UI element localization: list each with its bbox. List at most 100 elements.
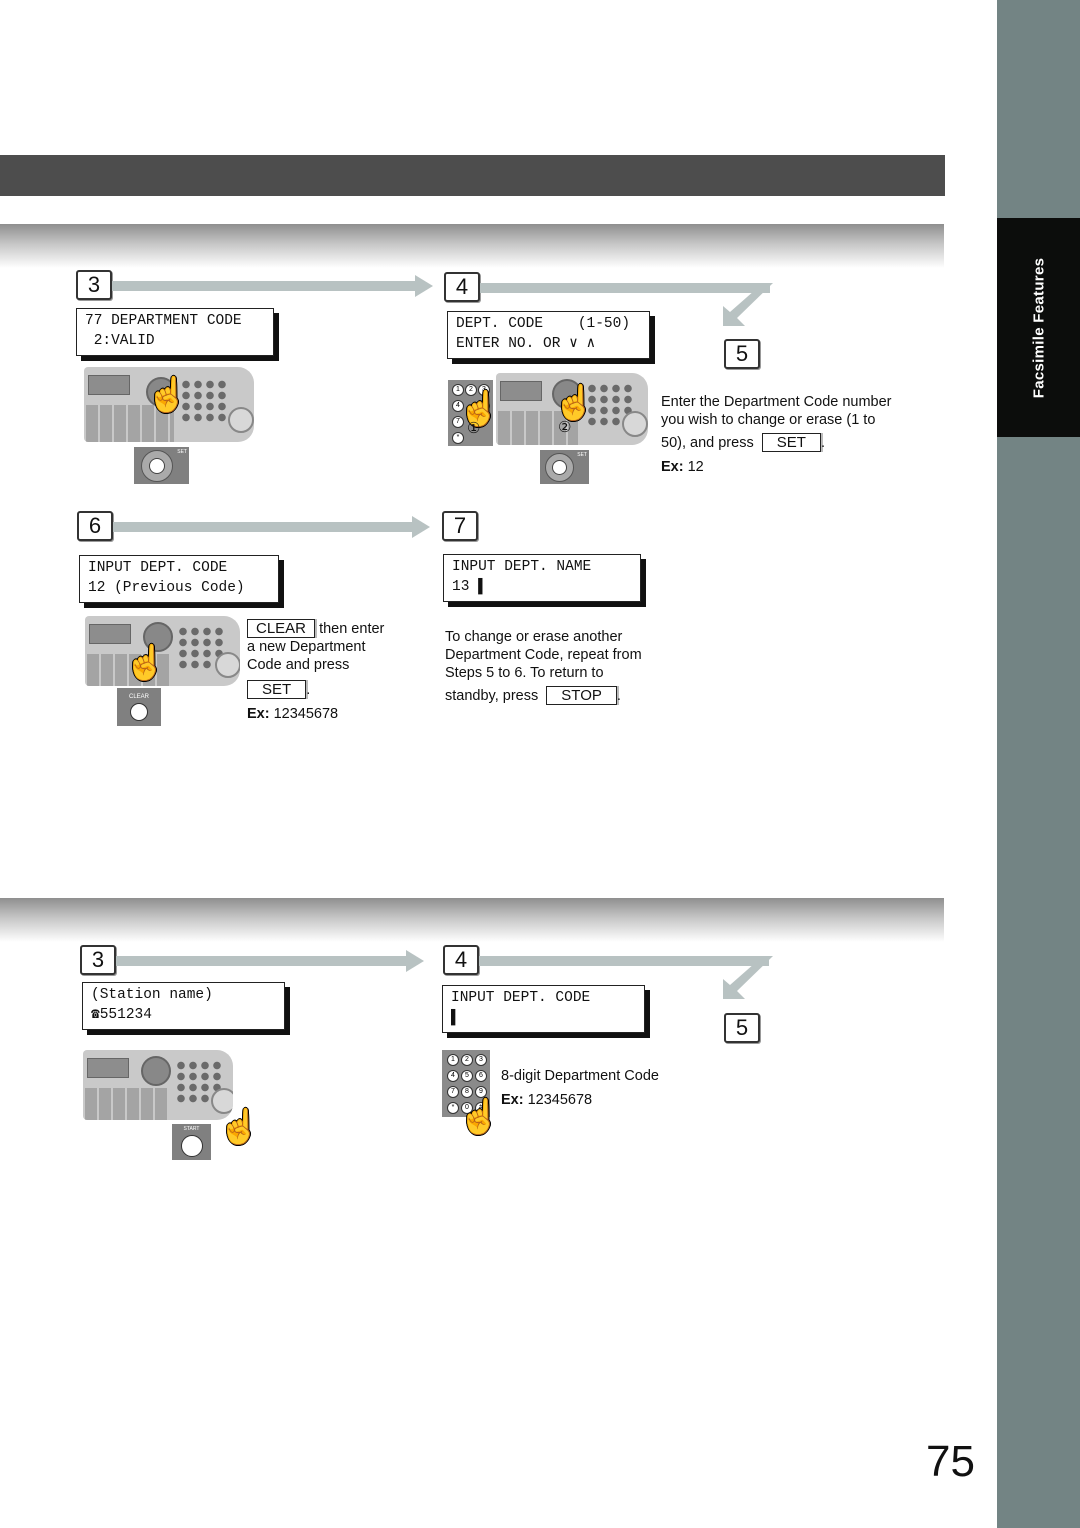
key-9: 9 — [475, 1086, 487, 1098]
control-panel-illustration — [83, 1050, 233, 1120]
lcd-line-2: 2:VALID — [85, 333, 155, 349]
instruction-line: To change or erase another — [445, 629, 623, 645]
pointing-hand-icon: ☝ — [218, 1108, 261, 1146]
period: . — [616, 688, 621, 704]
lcd-line-2: ☎551234 — [91, 1007, 152, 1023]
page-number: 75 — [926, 1437, 975, 1486]
arrow-head-icon — [406, 950, 424, 972]
lcd-display: INPUT DEPT. CODE 12 (Previous Code) — [79, 555, 279, 603]
flow-arrow — [113, 522, 413, 532]
instruction-line: 8-digit Department Code — [501, 1068, 659, 1084]
instruction-line: then enter — [319, 621, 385, 637]
callout-2: ② — [558, 419, 572, 436]
example-label: Ex: — [247, 706, 270, 722]
lcd-line-2: ▌ — [451, 1010, 460, 1026]
lcd-display: DEPT. CODE (1-50) ENTER NO. OR ∨ ∧ — [447, 311, 650, 359]
instruction-line: 50), and press — [661, 435, 754, 451]
instruction-line: a new Department — [247, 639, 366, 655]
step-number: 4 — [443, 945, 479, 975]
clear-key-closeup: CLEAR — [117, 688, 161, 726]
step-number: 7 — [442, 511, 478, 541]
instruction-line: Steps 5 to 6. To return to — [445, 665, 604, 681]
panel-screen — [89, 624, 131, 644]
pointing-hand-icon: ☝ — [146, 376, 189, 414]
set-key-icon[interactable] — [552, 460, 567, 475]
pointing-hand-icon: ☝ — [553, 384, 596, 422]
start-button-graphic — [622, 411, 648, 437]
key-8: 8 — [461, 1086, 473, 1098]
start-key-icon[interactable] — [181, 1135, 203, 1157]
lcd-line-1: (Station name) — [91, 987, 213, 1003]
instruction-line: standby, press — [445, 688, 539, 704]
step-number: 3 — [80, 945, 116, 975]
navigation-dial — [141, 1056, 171, 1086]
start-key-label: START — [183, 1126, 200, 1132]
panel-screen — [500, 381, 542, 401]
panel-screen — [87, 1058, 129, 1078]
step-number: 5 — [724, 1013, 760, 1043]
lcd-line-1: INPUT DEPT. NAME — [452, 559, 592, 575]
period: . — [820, 435, 825, 451]
instruction-line: you wish to change or erase (1 to — [661, 412, 876, 428]
section-header-bar — [0, 155, 945, 196]
example-label: Ex: — [661, 459, 684, 475]
pointing-hand-icon: ☝ — [124, 644, 167, 682]
set-key-label: SET — [577, 452, 587, 458]
instruction-line: Department Code, repeat from — [445, 647, 642, 663]
arrow-head-icon — [415, 275, 433, 297]
example-label: Ex: — [501, 1092, 524, 1108]
lcd-line-2: 12 (Previous Code) — [88, 580, 245, 596]
lcd-display: 77 DEPARTMENT CODE 2:VALID — [76, 308, 274, 356]
clear-key-label: CLEAR — [128, 694, 149, 700]
start-button-graphic — [228, 407, 254, 433]
stop-key-reference: STOP — [546, 686, 617, 705]
set-key-closeup: SET — [540, 450, 589, 484]
start-key-closeup: START — [172, 1124, 211, 1160]
arrow-head-icon — [412, 516, 430, 538]
example-value: 12 — [687, 459, 704, 475]
one-touch-keys — [85, 1088, 167, 1120]
lcd-line-1: 77 DEPARTMENT CODE — [85, 313, 242, 329]
lcd-line-2: 13 ▌ — [452, 579, 487, 595]
lcd-display: (Station name) ☎551234 — [82, 982, 285, 1030]
flow-arrow — [116, 956, 408, 966]
lcd-line-1: INPUT DEPT. CODE — [88, 560, 228, 576]
set-key-icon[interactable] — [149, 458, 165, 474]
bent-arrow-icon — [723, 956, 773, 999]
period: . — [306, 682, 311, 698]
step-7-instructions: To change or erase another Department Co… — [445, 628, 685, 705]
chapter-tab-label: Facsimile Features — [1030, 257, 1047, 398]
set-key-reference: SET — [761, 433, 821, 452]
section-band-1 — [0, 224, 944, 268]
lcd-display: INPUT DEPT. NAME 13 ▌ — [443, 554, 641, 602]
example-value: 12345678 — [273, 706, 339, 722]
lcd-display: INPUT DEPT. CODE ▌ — [442, 985, 645, 1033]
set-key-closeup: SET — [134, 447, 189, 484]
set-key-reference: SET — [247, 680, 307, 699]
key-2: 2 — [461, 1054, 473, 1066]
lcd-line-1: DEPT. CODE (1-50) — [456, 316, 631, 332]
step-number: 6 — [77, 511, 113, 541]
callout-1: ① — [467, 420, 481, 437]
step-4-instructions: 8-digit Department Code Ex: 12345678 — [501, 1067, 721, 1109]
lcd-line-1: INPUT DEPT. CODE — [451, 990, 591, 1006]
clear-key-icon[interactable] — [130, 703, 148, 721]
step-number: 3 — [76, 270, 112, 300]
key-5: 5 — [461, 1070, 473, 1082]
key-1: 1 — [447, 1054, 459, 1066]
start-button-graphic — [215, 652, 240, 678]
bent-arrow-icon — [723, 283, 773, 326]
pointing-hand-icon: ☝ — [458, 1098, 501, 1136]
instruction-line: Code and press — [247, 657, 350, 673]
set-key-label: SET — [177, 449, 187, 455]
step-number: 5 — [724, 339, 760, 369]
chapter-tab[interactable]: Facsimile Features — [997, 218, 1080, 437]
section-band-2 — [0, 898, 944, 942]
lcd-line-2: ENTER NO. OR ∨ ∧ — [456, 336, 596, 352]
example-value: 12345678 — [527, 1092, 593, 1108]
key-6: 6 — [475, 1070, 487, 1082]
panel-screen — [88, 375, 130, 395]
key-3: 3 — [475, 1054, 487, 1066]
instruction-line: Enter the Department Code number — [661, 394, 892, 410]
clear-key-reference: CLEAR — [247, 619, 316, 638]
